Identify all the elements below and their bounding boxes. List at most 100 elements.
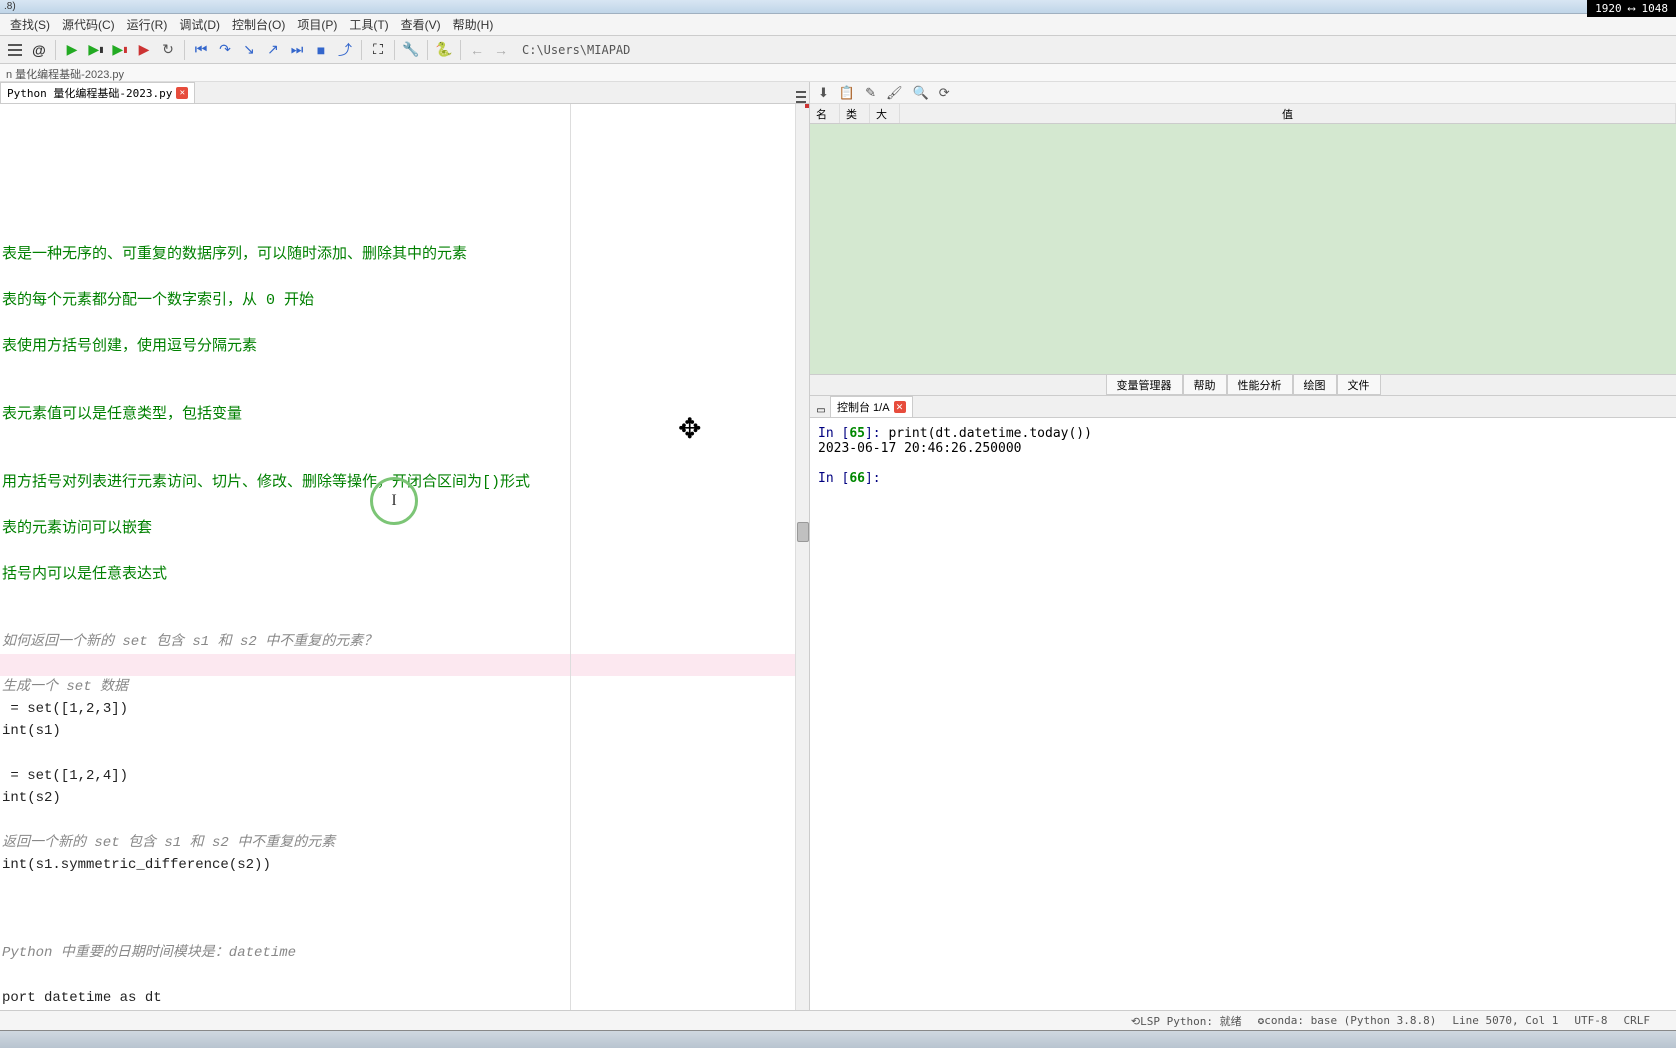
menu-debug[interactable]: 调试(D) xyxy=(173,14,226,35)
in-prompt-close: ]: xyxy=(865,471,888,486)
code-line: 生成一个 set 数据 xyxy=(0,676,809,698)
scroll-marker xyxy=(805,104,809,108)
debug-exit-icon[interactable]: ⤴ xyxy=(334,39,356,61)
python-icon[interactable]: 🐍 xyxy=(433,39,455,61)
console-tabbar: ▭ 控制台 1/A ✕ xyxy=(810,396,1676,418)
wrench-icon[interactable]: 🔧 xyxy=(400,39,422,61)
col-value[interactable]: 值 xyxy=(900,104,1676,123)
os-taskbar[interactable] xyxy=(0,1030,1676,1048)
console-output-line: 2023-06-17 20:46:26.250000 xyxy=(818,441,1022,456)
menu-find[interactable]: 查找(S) xyxy=(4,14,56,35)
title-text: .8) xyxy=(4,1,16,12)
code-line xyxy=(0,267,809,289)
run-icon[interactable]: ▶ xyxy=(61,39,83,61)
toolbar: @ ▶ ▶▮ ▶▮ ▶ ↻ ⏮ ↷ ↘ ↗ ⏭ ■ ⤴ ⛶ 🔧 🐍 ← → C:… xyxy=(0,36,1676,64)
in-num: 66 xyxy=(849,471,865,486)
debug-first-icon[interactable]: ⏮ xyxy=(190,39,212,61)
editor-menu-icon[interactable] xyxy=(793,87,809,103)
titlebar: .8) xyxy=(0,0,1676,14)
in-prompt-close: ]: xyxy=(865,426,888,441)
tab-help[interactable]: 帮助 xyxy=(1183,375,1227,395)
in-prompt: In [ xyxy=(818,426,849,441)
code-line: = set([1,2,4]) xyxy=(0,765,809,787)
run-cell-advance-icon[interactable]: ▶▮ xyxy=(109,39,131,61)
code-line: 括号内可以是任意表达式 xyxy=(0,563,809,587)
step-out-icon[interactable]: ↗ xyxy=(262,39,284,61)
col-size[interactable]: 大小 xyxy=(870,104,900,123)
tab-plots[interactable]: 绘图 xyxy=(1293,375,1337,395)
code-line: 表元素值可以是任意类型，包括变量 xyxy=(0,403,809,427)
stop-icon[interactable]: ■ xyxy=(310,39,332,61)
rerun-icon[interactable]: ↻ xyxy=(157,39,179,61)
code-line: port datetime as dt xyxy=(0,987,809,1009)
code-line xyxy=(0,359,809,381)
menu-view[interactable]: 查看(V) xyxy=(395,14,447,35)
step-in-icon[interactable]: ↘ xyxy=(238,39,260,61)
status-line-col[interactable]: Line 5070, Col 1 xyxy=(1452,1014,1558,1027)
menu-help[interactable]: 帮助(H) xyxy=(447,14,500,35)
search-icon[interactable]: 🔍 xyxy=(913,85,929,101)
console-menu-icon[interactable]: ▭ xyxy=(814,403,828,417)
code-line xyxy=(0,449,809,471)
code-line xyxy=(0,199,809,221)
step-over-icon[interactable]: ↷ xyxy=(214,39,236,61)
document-path: n 量化编程基础-2023.py xyxy=(0,64,1676,82)
code-line xyxy=(0,587,809,609)
continue-icon[interactable]: ⏭ xyxy=(286,39,308,61)
scroll-thumb[interactable] xyxy=(797,522,809,542)
code-line xyxy=(0,381,809,403)
menu-run[interactable]: 运行(R) xyxy=(121,14,174,35)
close-icon[interactable]: ✕ xyxy=(176,87,188,99)
fullscreen-icon[interactable]: ⛶ xyxy=(367,39,389,61)
code-line xyxy=(0,313,809,335)
remove-icon[interactable]: 🖌 xyxy=(886,85,903,101)
menu-tools[interactable]: 工具(T) xyxy=(343,14,394,35)
in-num: 65 xyxy=(849,426,865,441)
code-line xyxy=(0,427,809,449)
col-type[interactable]: 类型 xyxy=(840,104,870,123)
code-line xyxy=(0,743,809,765)
code-line: Python 中重要的日期时间模块是：datetime xyxy=(0,942,809,964)
in-prompt: In [ xyxy=(818,471,849,486)
import-icon[interactable]: ⬇ xyxy=(818,85,829,101)
editor-pane: Python 量化编程基础-2023.py ✕ 表是一种无序的、可重复的数据序列… xyxy=(0,82,810,1030)
code-line xyxy=(0,654,809,676)
tab-files[interactable]: 文件 xyxy=(1337,375,1381,395)
nav-forward-icon[interactable]: → xyxy=(490,39,512,61)
console-tab[interactable]: 控制台 1/A ✕ xyxy=(830,396,913,417)
file-tab[interactable]: Python 量化编程基础-2023.py ✕ xyxy=(0,82,195,103)
menu-source[interactable]: 源代码(C) xyxy=(56,14,121,35)
right-tabs: 变量管理器 帮助 性能分析 绘图 文件 xyxy=(810,374,1676,396)
menu-console[interactable]: 控制台(O) xyxy=(226,14,291,35)
code-line: 表使用方括号创建，使用逗号分隔元素 xyxy=(0,335,809,359)
run-cell-icon[interactable]: ▶▮ xyxy=(85,39,107,61)
code-line xyxy=(0,898,809,920)
editor-scrollbar[interactable] xyxy=(795,104,809,1030)
status-eol[interactable]: CRLF xyxy=(1624,1014,1651,1027)
status-conda[interactable]: ✪conda: base (Python 3.8.8) xyxy=(1258,1014,1437,1027)
working-dir[interactable]: C:\Users\MIAPAD xyxy=(522,43,630,57)
close-icon[interactable]: ✕ xyxy=(894,401,906,413)
tab-var-explorer[interactable]: 变量管理器 xyxy=(1106,375,1183,395)
var-explorer-toolbar: ⬇ 📋 ✎ 🖌 🔍 ⟳ xyxy=(810,82,1676,104)
run-selection-icon[interactable]: ▶ xyxy=(133,39,155,61)
code-line xyxy=(0,810,809,832)
tab-profiler[interactable]: 性能分析 xyxy=(1227,375,1293,395)
statusbar: ⟲LSP Python: 就绪 ✪conda: base (Python 3.8… xyxy=(0,1010,1676,1030)
var-explorer-body[interactable] xyxy=(810,124,1676,374)
code-editor[interactable]: 表是一种无序的、可重复的数据序列，可以随时添加、删除其中的元素表的每个元素都分配… xyxy=(0,104,809,1030)
console-output[interactable]: In [65]: print(dt.datetime.today()) 2023… xyxy=(810,418,1676,1010)
menu-project[interactable]: 项目(P) xyxy=(291,14,343,35)
edit-icon[interactable]: ✎ xyxy=(865,85,876,101)
code-line xyxy=(0,541,809,563)
refresh-icon[interactable]: ⟳ xyxy=(939,85,950,101)
nav-back-icon[interactable]: ← xyxy=(466,39,488,61)
status-lsp[interactable]: ⟲LSP Python: 就绪 xyxy=(1131,1013,1242,1029)
outline-icon[interactable] xyxy=(4,39,26,61)
col-name[interactable]: 名称 xyxy=(810,104,840,123)
code-line: 返回一个新的 set 包含 s1 和 s2 中不重复的元素 xyxy=(0,832,809,854)
save-data-icon[interactable]: 📋 xyxy=(839,85,855,101)
console-code: print(dt.datetime.today()) xyxy=(888,426,1092,441)
status-encoding[interactable]: UTF-8 xyxy=(1574,1014,1607,1027)
at-icon[interactable]: @ xyxy=(28,39,50,61)
